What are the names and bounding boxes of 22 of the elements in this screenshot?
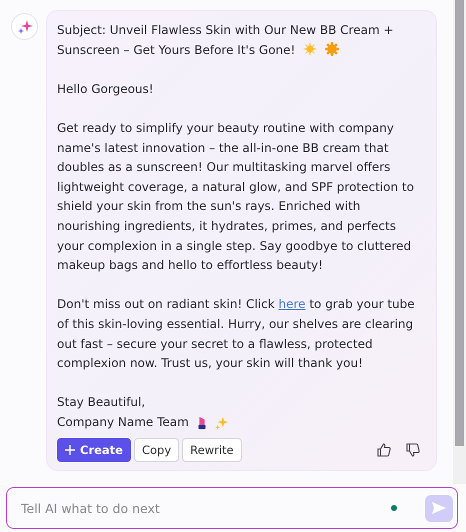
greeting: Hello Gorgeous! (57, 80, 155, 98)
scrollbar[interactable] (453, 0, 466, 484)
sparkles-icon (16, 18, 32, 34)
sign-off: Stay Beautiful, (57, 394, 146, 412)
sparkles-icon (214, 416, 229, 430)
thumbs-up-icon[interactable] (377, 443, 391, 458)
send-icon (432, 502, 446, 514)
prompt-box[interactable]: Tell AI what to do next (6, 487, 458, 529)
signature: Company Name Team (57, 414, 189, 431)
here-link[interactable]: here (278, 297, 306, 312)
action-button[interactable]: Copy (134, 438, 180, 462)
thumbs-down-icon[interactable] (406, 443, 420, 458)
call-to-action-paragraph: Don't miss out on radiant skin! Click here to grab your tube of this skin-loving essential. Hurry, our shelves are clearing out fast – secure your secret to a flawless, protected complexion now. Trust us, your skin will thank you! (57, 296, 416, 372)
status-dot (391, 505, 397, 511)
action-button[interactable]: Rewrite (182, 438, 242, 462)
sun-icon (324, 42, 339, 56)
create-button[interactable]: Create (57, 438, 131, 462)
prompt-field[interactable]: Tell AI what to do next (19, 500, 391, 516)
plus-icon (65, 445, 75, 456)
subject-line: Subject: Unveil Flawless Skin with Our New BB Cream + Sunscreen – Get Yours Before It's Gone! (57, 22, 395, 59)
sun-icon (303, 42, 318, 56)
body-paragraph: Get ready to simplify your beauty routine with company name's latest innovation – the all-in-one BB cream that doubles as a sunscreen! Our multitasking marvel offers lightweight coverage, a natural glow, and SPF protection to shield your skin from the sun's rays. Enriched with nourishing ingredients, it hydrates, primes, and perfects your complexion in a single step. Say goodbye to cluttered makeup bags and hello to effortless beauty! (57, 120, 415, 274)
